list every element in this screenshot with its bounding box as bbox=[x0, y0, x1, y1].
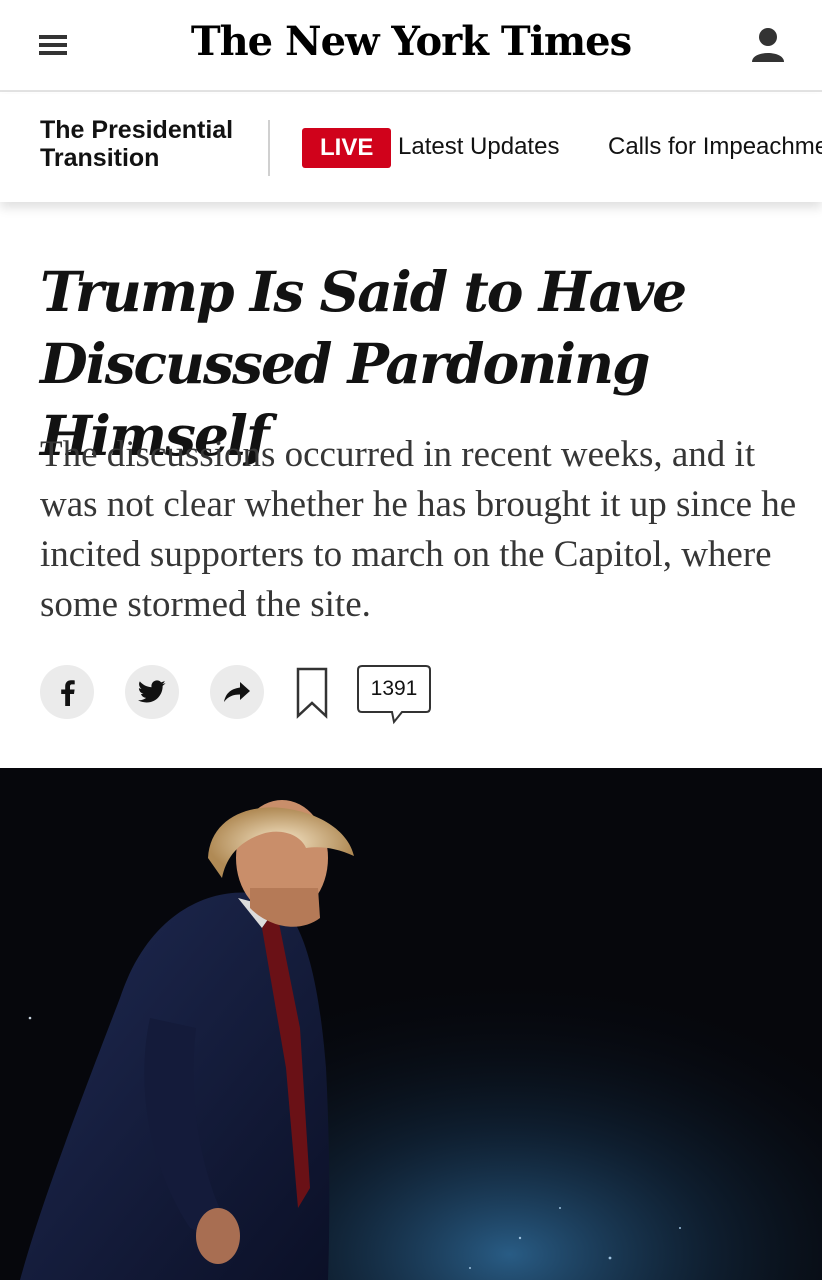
share-button[interactable] bbox=[210, 665, 264, 719]
nyt-logo[interactable]: The New York Times bbox=[0, 18, 822, 65]
user-account-icon[interactable] bbox=[750, 26, 786, 66]
section-title[interactable]: The Presidential Transition bbox=[40, 116, 260, 172]
share-tools: 1391 bbox=[40, 664, 540, 726]
section-bar: The Presidential Transition LIVE Latest … bbox=[0, 94, 822, 202]
lead-photo bbox=[0, 768, 822, 1280]
nav-link-latest-updates[interactable]: Latest Updates bbox=[398, 132, 559, 162]
live-badge[interactable]: LIVE bbox=[302, 128, 392, 168]
comments-button[interactable]: 1391 bbox=[356, 664, 432, 726]
share-arrow-icon bbox=[224, 682, 250, 702]
section-divider bbox=[268, 120, 270, 176]
twitter-share-button[interactable] bbox=[125, 665, 179, 719]
nav-link-calls-for-impeachment[interactable]: Calls for Impeachment bbox=[608, 132, 822, 162]
article-summary: The discussions occurred in recent weeks… bbox=[40, 434, 797, 625]
twitter-icon bbox=[138, 680, 166, 703]
facebook-icon bbox=[61, 680, 75, 706]
comment-count: 1391 bbox=[370, 677, 418, 700]
masthead: The New York Times bbox=[0, 0, 822, 92]
bookmark-icon bbox=[296, 667, 328, 719]
facebook-share-button[interactable] bbox=[40, 665, 94, 719]
bookmark-button[interactable] bbox=[296, 667, 328, 719]
